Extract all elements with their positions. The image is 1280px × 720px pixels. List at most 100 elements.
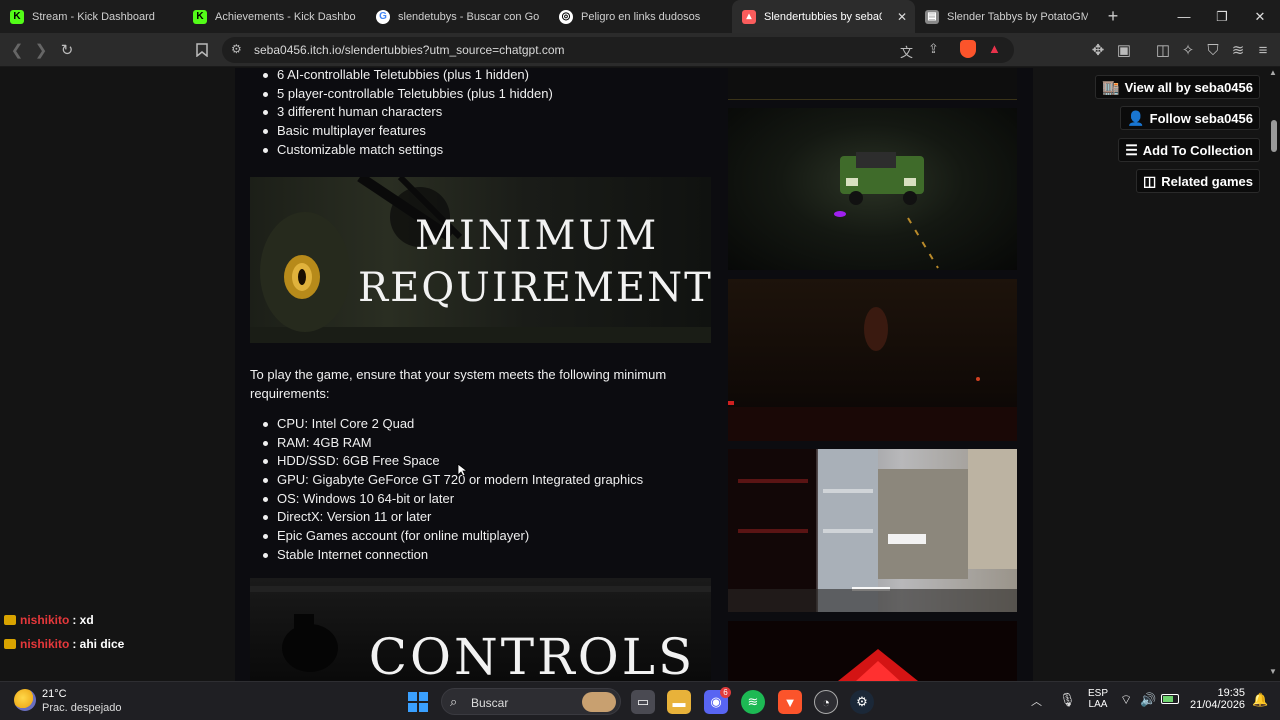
min-requirements-banner: MINIMUM REQUIREMENTS [250, 177, 711, 343]
requirements-list: CPU: Intel Core 2 Quad RAM: 4GB RAM HDD/… [262, 415, 643, 565]
list-item: 6 AI-controllable Teletubbies (plus 1 hi… [263, 66, 553, 85]
battery-icon[interactable] [1161, 694, 1179, 704]
tab-title: Slendertubbies by seba0456 [764, 10, 882, 23]
list-item: Epic Games account (for online multiplay… [262, 527, 643, 546]
bookmark-icon[interactable] [192, 40, 212, 60]
mouse-cursor [457, 463, 467, 477]
scroll-down-arrow[interactable]: ▼ [1269, 667, 1277, 676]
screenshot-2[interactable] [728, 108, 1017, 270]
address-bar[interactable]: ⚙ seba0456.itch.io/slendertubbies?utm_so… [222, 37, 1014, 63]
spotify-icon[interactable]: ≋ [741, 690, 765, 714]
list-item: 3 different human characters [263, 103, 553, 122]
steam-icon[interactable]: ⚙ [850, 690, 874, 714]
profile-icon[interactable]: ≋ [1228, 40, 1248, 60]
site-settings-icon[interactable]: ⚙ [231, 42, 242, 56]
badge-icon [4, 639, 16, 649]
microphone-icon[interactable]: 🎙 [1059, 692, 1076, 708]
wallet-icon[interactable]: ◫ [1153, 40, 1173, 60]
list-item: CPU: Intel Core 2 Quad [262, 415, 643, 434]
volume-icon[interactable]: 🔊 [1140, 692, 1156, 708]
chat-message: nishikito : ahi dice [4, 632, 124, 656]
chat-text: : ahi dice [72, 637, 125, 651]
tab-title: slendetubys - Buscar con Google [398, 10, 539, 23]
scroll-up-arrow[interactable]: ▲ [1269, 68, 1277, 77]
follow-button[interactable]: 👤 Follow seba0456 [1120, 106, 1260, 130]
chat-username: nishikito [20, 613, 70, 627]
tab-achievements-kick[interactable]: K Achievements - Kick Dashboard [183, 0, 366, 33]
view-all-button[interactable]: 🏬 View all by seba0456 [1095, 75, 1260, 99]
back-icon[interactable]: ❮ [7, 40, 27, 60]
obs-icon[interactable]: ◔ [814, 690, 838, 714]
weather-icon[interactable] [14, 689, 36, 711]
tab-google-search[interactable]: G slendetubys - Buscar con Google [366, 0, 549, 33]
clock-time: 19:35 [1217, 687, 1245, 699]
list-item: RAM: 4GB RAM [262, 434, 643, 453]
scroll-thumb[interactable] [1271, 120, 1277, 152]
list-item: DirectX: Version 11 or later [262, 508, 643, 527]
browser-toolbar: ❮ ❯ ↻ ⚙ seba0456.itch.io/slendertubbies?… [0, 33, 1280, 67]
taskbar-search-box[interactable]: ⌕ Buscar [441, 688, 621, 715]
banner-title-line2: REQUIREMENTS [358, 265, 711, 311]
chat-username: nishikito [20, 637, 70, 651]
sidebar-icon[interactable]: ▣ [1114, 40, 1134, 60]
page-icon: ▤ [925, 9, 939, 24]
language-indicator[interactable]: ESP LAA [1088, 688, 1108, 710]
tab-slender-tabbys[interactable]: ▤ Slender Tabbys by PotatoGMOD [915, 0, 1098, 33]
brave-browser-icon[interactable]: ▼ [778, 690, 802, 714]
map-icon: ◫ [1143, 172, 1157, 189]
page-scrollbar[interactable]: ▲ ▼ [1268, 68, 1280, 681]
screenshot-1[interactable] [728, 68, 1017, 100]
close-tab-icon[interactable]: ✕ [897, 10, 907, 24]
related-games-button[interactable]: ◫ Related games [1136, 169, 1260, 193]
kick-icon: K [193, 9, 207, 24]
weather-temp[interactable]: 21°C [42, 688, 67, 700]
tab-title: Stream - Kick Dashboard [32, 10, 155, 23]
maximize-button[interactable]: ❐ [1203, 0, 1241, 33]
discord-badge: 6 [720, 687, 731, 698]
list-item: OS: Windows 10 64-bit or later [262, 490, 643, 509]
minimize-button[interactable]: — [1165, 0, 1203, 33]
taskbar: 21°C Prac. despejado ⌕ Buscar ▭ ▬ ◉ 6 ≋ … [0, 681, 1280, 720]
tab-slendertubbies[interactable]: ▴ Slendertubbies by seba0456 ✕ [732, 0, 915, 33]
new-tab-button[interactable]: + [1098, 6, 1128, 27]
search-placeholder: Buscar [471, 696, 509, 710]
lang-line1: ESP [1088, 688, 1109, 699]
search-icon: ⌕ [450, 694, 458, 709]
add-collection-label: Add To Collection [1142, 142, 1253, 158]
forward-icon[interactable]: ❯ [31, 40, 51, 60]
menu-icon[interactable]: ≡ [1253, 40, 1273, 60]
clock-date: 21/04/2026 [1190, 699, 1246, 711]
badge-icon [4, 615, 16, 625]
windows-start-icon[interactable] [406, 690, 430, 714]
close-window-button[interactable]: ✕ [1241, 0, 1279, 33]
playlist-add-icon: ☰ [1125, 141, 1138, 158]
weather-desc[interactable]: Prac. despejado [42, 702, 122, 714]
wifi-icon[interactable]: ⌔ [1120, 692, 1132, 708]
extensions-icon[interactable]: ✥ [1088, 40, 1108, 60]
banner-title-line1: MINIMUM [415, 213, 660, 259]
list-item: Customizable match settings [263, 141, 553, 160]
tray-chevron-icon[interactable]: ︿ [1031, 693, 1042, 709]
reload-icon[interactable]: ↻ [57, 40, 77, 60]
task-view-icon[interactable]: ▭ [631, 690, 655, 714]
add-user-icon: 👤 [1127, 109, 1145, 126]
brave-shields-icon[interactable] [960, 40, 976, 58]
add-to-collection-button[interactable]: ☰ Add To Collection [1118, 138, 1260, 162]
notifications-icon[interactable]: 🔔 [1252, 692, 1268, 708]
brave-rewards-icon[interactable]: ▲ [988, 41, 1001, 56]
leo-ai-icon[interactable]: ✧ [1178, 40, 1198, 60]
screenshot-3[interactable] [728, 279, 1017, 441]
file-explorer-icon[interactable]: ▬ [667, 690, 691, 714]
translate-icon[interactable]: 文 [900, 42, 913, 61]
share-icon[interactable]: ⇪ [928, 41, 939, 57]
tab-stream-kick[interactable]: K Stream - Kick Dashboard [0, 0, 183, 33]
discord-icon[interactable]: ◉ 6 [704, 687, 731, 714]
controls-title: CONTROLS [368, 628, 696, 681]
tab-strip: K Stream - Kick Dashboard K Achievements… [0, 0, 1280, 33]
tab-chatgpt[interactable]: ◎ Peligro en links dudosos [549, 0, 732, 33]
clock[interactable]: 19:35 21/04/2026 [1190, 687, 1245, 711]
screenshot-4[interactable] [728, 449, 1017, 612]
lang-line2: LAA [1088, 699, 1108, 710]
screenshot-5[interactable] [728, 621, 1017, 681]
vpn-icon[interactable]: ⛉ [1203, 40, 1223, 60]
